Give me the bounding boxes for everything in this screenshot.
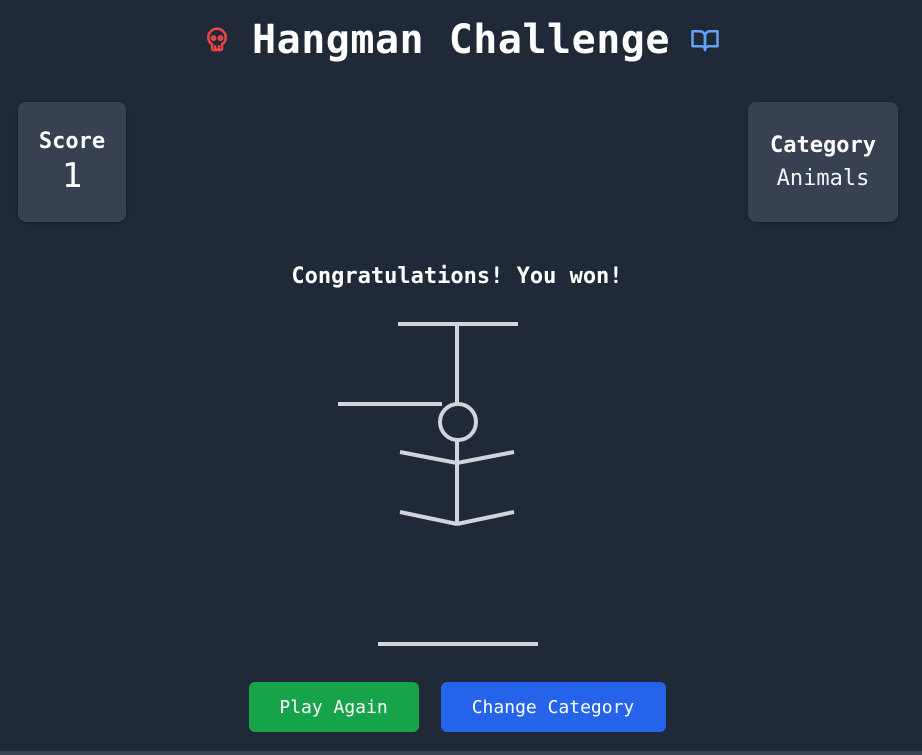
bottom-divider xyxy=(0,751,922,755)
hangman-left-arm xyxy=(399,450,458,465)
hangman-drawing xyxy=(338,322,538,646)
play-again-button[interactable]: Play Again xyxy=(248,682,419,732)
hangman-head xyxy=(438,402,478,442)
change-category-button[interactable]: Change Category xyxy=(440,682,666,732)
hangman-right-leg xyxy=(456,510,515,526)
hangman-left-leg xyxy=(399,510,458,526)
hangman-right-arm xyxy=(456,450,515,465)
action-buttons: Play Again Change Category xyxy=(0,682,914,732)
